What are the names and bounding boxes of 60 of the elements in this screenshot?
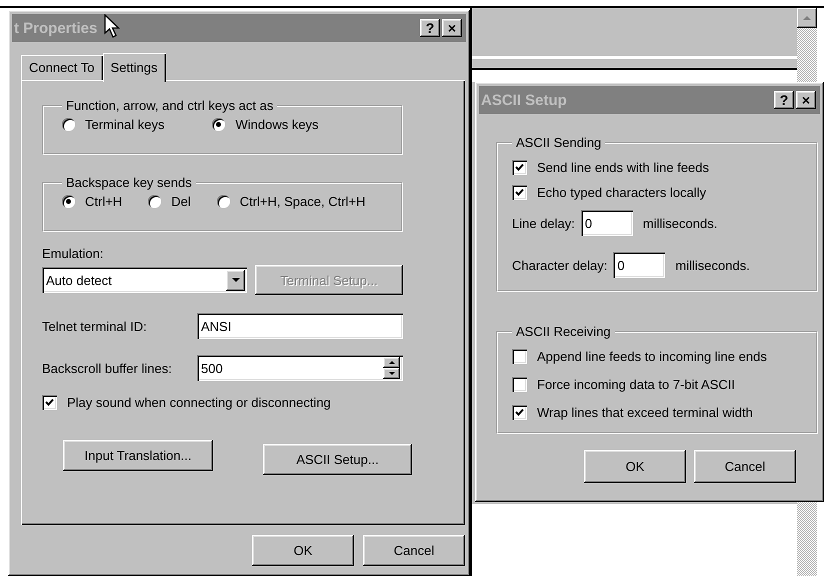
checkbox[interactable] <box>42 395 57 410</box>
help-button[interactable]: ? <box>420 19 440 37</box>
option-label: Append line feeds to incoming line ends <box>537 349 767 364</box>
field-label: Telnet terminal ID: <box>42 318 148 334</box>
checkbox[interactable] <box>512 349 527 364</box>
ok-button[interactable]: OK <box>252 535 354 566</box>
tab[interactable]: Connect To <box>21 55 103 80</box>
ascii-setup-button[interactable]: ASCII Setup... <box>263 444 412 475</box>
cursor-icon <box>104 14 122 40</box>
group-title: Function, arrow, and ctrl keys act as <box>65 98 274 113</box>
option-label: Send line ends with line feeds <box>537 160 710 175</box>
group-title: Backspace key sends <box>65 175 193 190</box>
input-translation-button[interactable]: Input Translation... <box>63 440 213 471</box>
option-label: Windows keys <box>235 117 319 132</box>
spin-down-icon[interactable] <box>383 368 400 379</box>
group-title: ASCII Receiving <box>515 324 612 339</box>
radio-button[interactable] <box>212 118 226 131</box>
option-label: Force incoming data to 7-bit ASCII <box>537 377 735 392</box>
option-label: Play sound when connecting or disconnecting <box>67 395 331 410</box>
checkbox[interactable] <box>512 377 527 392</box>
option-label: Terminal keys <box>85 117 164 132</box>
close-button[interactable]: × <box>796 91 816 109</box>
group-title: ASCII Sending <box>515 135 602 150</box>
checkbox[interactable] <box>512 160 527 175</box>
field-label: Emulation: <box>42 246 104 261</box>
cancel-button[interactable]: Cancel <box>694 450 796 483</box>
check-icon <box>515 163 524 172</box>
radio-button[interactable] <box>148 195 162 208</box>
text-field[interactable]: 0 <box>580 210 633 236</box>
field-label: Line delay: <box>512 216 575 230</box>
text-field[interactable]: 0 <box>613 252 666 278</box>
scroll-up-button[interactable] <box>797 8 817 28</box>
checkbox[interactable] <box>512 405 527 420</box>
tab[interactable]: Settings <box>102 53 166 82</box>
window-title: t Properties <box>14 20 98 36</box>
check-icon <box>515 408 524 417</box>
check-icon <box>45 398 54 407</box>
help-button[interactable]: ? <box>774 91 794 109</box>
radio-button[interactable] <box>62 195 75 208</box>
dropdown[interactable]: Auto detect <box>42 267 247 293</box>
option-label: Del <box>171 194 191 209</box>
text-field[interactable]: ANSI <box>197 313 403 339</box>
spin-up-icon[interactable] <box>383 357 400 368</box>
window-title: ASCII Setup <box>481 92 567 108</box>
option-label: Ctrl+H, Space, Ctrl+H <box>240 194 366 209</box>
unit-label: milliseconds. <box>675 258 750 272</box>
spin-field[interactable]: 500 <box>197 355 403 381</box>
radio-button[interactable] <box>62 118 75 131</box>
option-label: Wrap lines that exceed terminal width <box>537 405 753 420</box>
unit-label: milliseconds. <box>642 216 718 230</box>
ok-button[interactable]: OK <box>584 450 686 483</box>
checkbox[interactable] <box>512 185 527 200</box>
option-label: Ctrl+H <box>85 194 122 209</box>
close-button[interactable]: × <box>442 19 462 37</box>
radio-button[interactable] <box>216 195 230 208</box>
option-label: Echo typed characters locally <box>537 185 706 200</box>
field-label: Backscroll buffer lines: <box>42 360 173 376</box>
cancel-button[interactable]: Cancel <box>363 535 465 566</box>
check-icon <box>515 188 524 197</box>
field-label: Character delay: <box>512 258 608 272</box>
